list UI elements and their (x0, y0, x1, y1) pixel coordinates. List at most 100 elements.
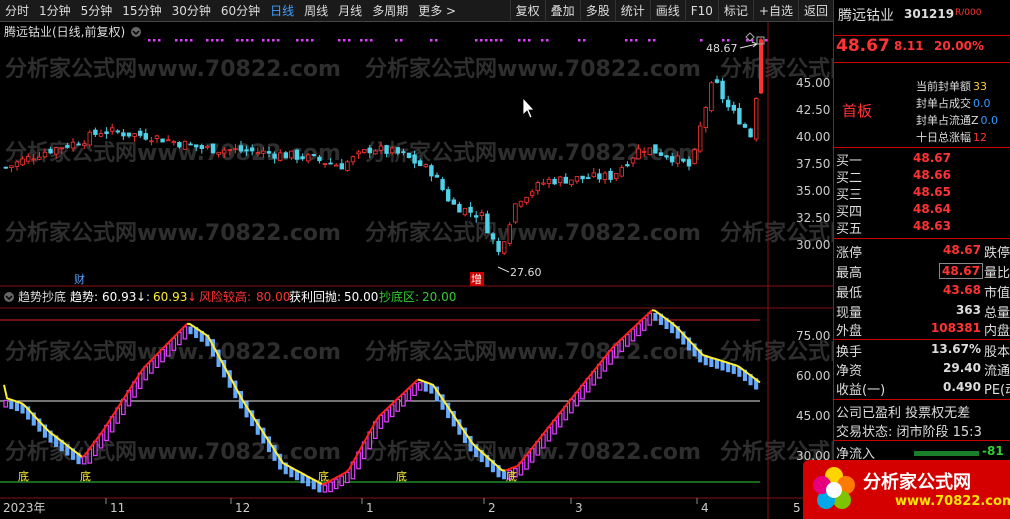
indicator-bar (726, 363, 731, 373)
candle-body (625, 164, 630, 167)
kline-chart[interactable]: 分析家公式网www.70822.com 分析家公式网www.70822.com … (0, 22, 833, 519)
indicator-bar (177, 331, 182, 346)
limit-board-badge: 首板 (842, 102, 873, 120)
tf-1min[interactable]: 1分钟 (34, 0, 76, 22)
indicator-bar (333, 478, 339, 490)
signal-dot (546, 39, 549, 42)
candle-body (664, 155, 669, 158)
risk-value: 80.00 (256, 290, 290, 304)
orderbook-row: 买四 48.64 (836, 202, 951, 220)
inflow-bar (914, 451, 979, 456)
candle-body (686, 159, 692, 167)
tf-more[interactable]: 更多 > (413, 0, 461, 22)
candle-body (205, 145, 210, 149)
candle-body (289, 150, 294, 159)
indicator-bar (345, 471, 350, 484)
signal-dot (221, 39, 224, 42)
signal-dot (153, 39, 156, 42)
candle-body (429, 165, 434, 177)
date-tick: 2 (488, 501, 496, 515)
signal-dot (180, 39, 183, 42)
candle-body (255, 152, 260, 155)
date-axis: 2023年 11 12 1 2 3 4 5 (3, 498, 801, 515)
signal-dot (185, 39, 188, 42)
candle-body (272, 153, 277, 159)
signal-dot (241, 39, 244, 42)
signal-dot (311, 39, 314, 42)
candle-body (406, 152, 412, 159)
signal-dot (365, 39, 368, 42)
signal-dot (635, 39, 638, 42)
candle-body (636, 148, 641, 160)
tool-tongji[interactable]: 统计 (614, 0, 650, 22)
tf-30min[interactable]: 30分钟 (167, 0, 216, 22)
tf-daily[interactable]: 日线 (265, 0, 299, 22)
candle-body (37, 156, 42, 160)
candle-body (76, 143, 81, 146)
tool-fuquan[interactable]: 复权 (509, 0, 545, 22)
tf-multi[interactable]: 多周期 (367, 0, 413, 22)
tf-15min[interactable]: 15分钟 (117, 0, 166, 22)
candle-body (417, 160, 423, 167)
tool-duogu[interactable]: 多股 (579, 0, 615, 22)
tool-f10[interactable]: F10 (684, 0, 718, 22)
candle-body (266, 151, 272, 154)
indicator-bar (9, 400, 14, 410)
candle-body (70, 141, 76, 149)
flower-logo-icon (813, 467, 855, 509)
bottom-mark: 底 (396, 469, 407, 483)
candle-body (389, 147, 395, 154)
tf-monthly[interactable]: 月线 (333, 0, 367, 22)
signal-dot (216, 39, 219, 42)
indicator-bar (429, 384, 434, 394)
indicator-dropdown-icon[interactable] (4, 292, 14, 302)
indicator-bar (14, 402, 19, 412)
candle-body (345, 161, 350, 171)
price-tick: 30.00 (796, 238, 830, 252)
signal-dot (400, 39, 403, 42)
indicator-bar (412, 383, 417, 397)
bottom-value: 20.00 (422, 290, 456, 304)
signal-dot (262, 39, 265, 42)
tool-huaxian[interactable]: 画线 (649, 0, 685, 22)
candle-body (586, 177, 591, 179)
candle-body (210, 143, 216, 154)
candle-body (3, 166, 8, 169)
signal-dot (158, 39, 161, 42)
candle-body (367, 147, 372, 154)
stat-row: 涨停 48.67 跌停 (836, 243, 1010, 261)
candle-body (490, 233, 496, 240)
chart-title: 腾远钴业(日线,前复权) (4, 24, 125, 39)
tool-biaoji[interactable]: 标记 (717, 0, 753, 22)
signal-dots (148, 39, 768, 42)
tool-fanhui[interactable]: 返回 (797, 0, 833, 22)
signal-dot (630, 39, 633, 42)
tool-diejia[interactable]: 叠加 (544, 0, 580, 22)
signal-dot (480, 39, 483, 42)
title-dropdown-icon[interactable] (131, 27, 141, 37)
candle-body (412, 154, 417, 164)
indicator-bar (417, 382, 423, 391)
tf-fenshi[interactable]: 分时 (0, 0, 34, 22)
svg-text:↓: ↓ (136, 290, 146, 304)
candle-body (182, 140, 188, 150)
signal-dot (578, 39, 581, 42)
marker-cai[interactable]: 财 (74, 272, 85, 286)
marker-zeng[interactable]: 增 (471, 272, 482, 286)
candle-body (681, 158, 686, 162)
candle-body (322, 163, 328, 165)
tf-weekly[interactable]: 周线 (299, 0, 333, 22)
candle-body (726, 99, 731, 108)
tf-5min[interactable]: 5分钟 (76, 0, 118, 22)
r-badge: R/000 (955, 8, 982, 18)
candle-body (709, 82, 714, 112)
signal-dot (251, 39, 254, 42)
candle-body (149, 140, 154, 143)
tool-zixuan[interactable]: +自选 (752, 0, 798, 22)
ind-tick: 75.00 (796, 329, 830, 343)
tf-60min[interactable]: 60分钟 (216, 0, 265, 22)
candle-body (759, 39, 763, 94)
signal-dot (343, 39, 346, 42)
candle-body (569, 179, 574, 186)
indicator-bar (384, 409, 389, 423)
